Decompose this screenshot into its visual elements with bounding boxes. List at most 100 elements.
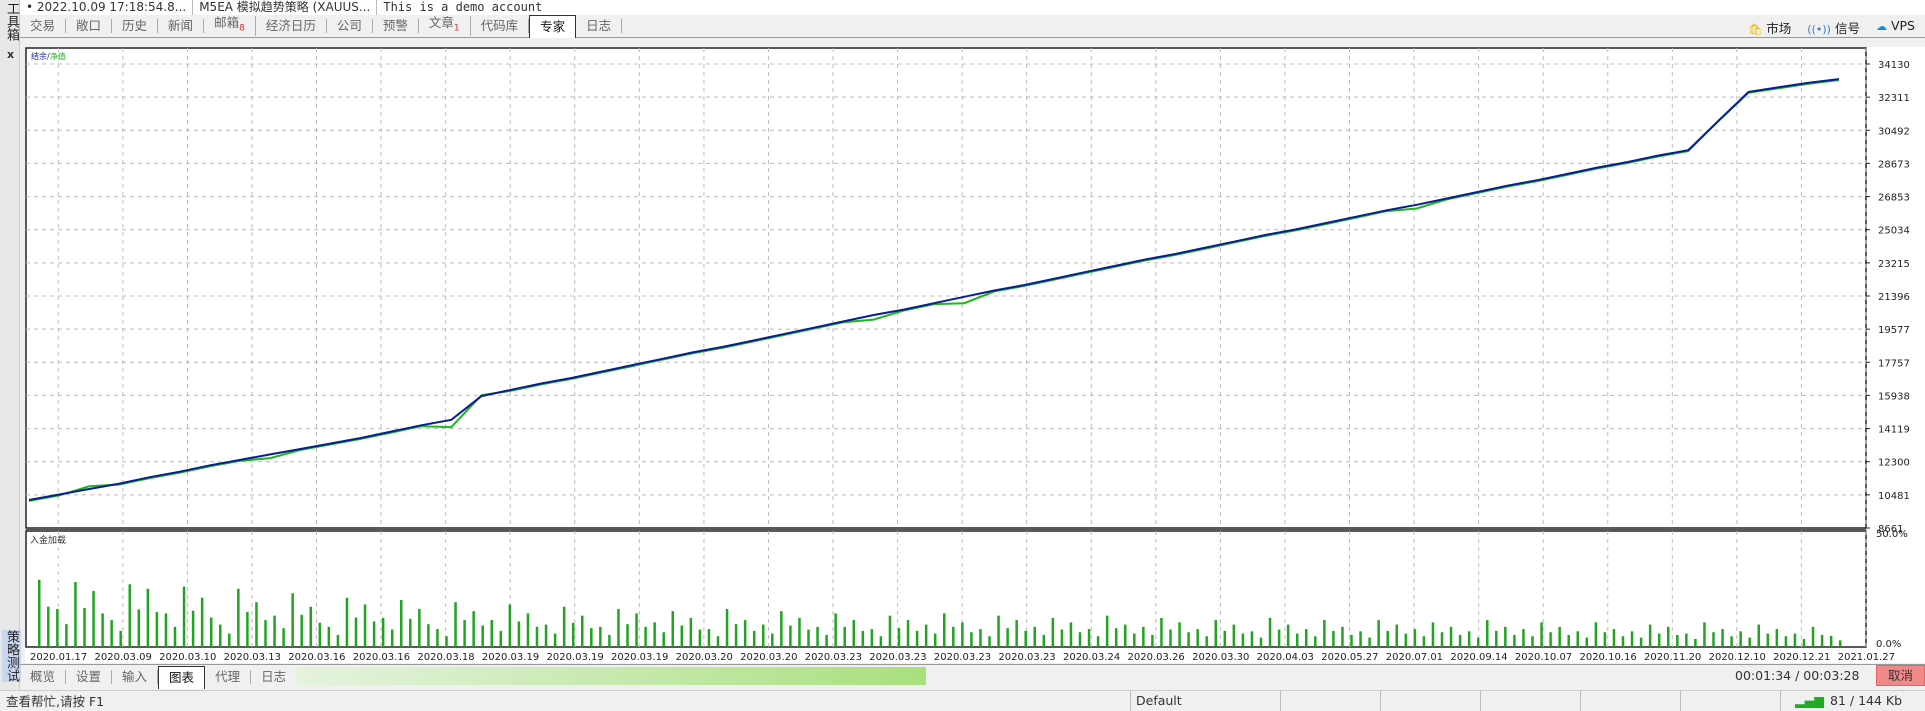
tab-3[interactable]: 新闻 bbox=[158, 19, 205, 33]
tab-0[interactable]: 交易 bbox=[20, 19, 67, 33]
x-tick-label: 2020.07.01 bbox=[1386, 652, 1443, 663]
load-bar bbox=[1793, 633, 1797, 647]
tab-10[interactable]: 专家 bbox=[529, 15, 577, 38]
load-bar bbox=[644, 626, 647, 647]
x-tick-label: 2020.12.21 bbox=[1773, 652, 1830, 663]
cloud-icon: ☁ bbox=[1875, 20, 1887, 33]
load-bar bbox=[897, 628, 901, 647]
load-bar bbox=[1576, 631, 1579, 647]
tab-label: 公司 bbox=[336, 18, 362, 33]
load-bar bbox=[255, 602, 258, 647]
toolbox-label[interactable]: 工具箱 bbox=[2, 2, 21, 41]
link-2[interactable]: ☁ VPS bbox=[1876, 18, 1915, 37]
tab-11[interactable]: 日志 bbox=[576, 18, 623, 33]
tab-label: 日志 bbox=[586, 18, 612, 33]
load-bar bbox=[581, 615, 584, 647]
load-bar bbox=[1286, 624, 1290, 647]
x-tick-label: 2020.10.07 bbox=[1515, 652, 1572, 663]
y-tick-label: 21396 bbox=[1878, 292, 1910, 303]
load-bar bbox=[1775, 629, 1779, 647]
load-bar bbox=[789, 625, 792, 647]
load-bar bbox=[553, 633, 557, 647]
load-bar bbox=[400, 599, 403, 647]
load-bar bbox=[1829, 635, 1833, 647]
legend-equity: 净值 bbox=[50, 51, 66, 61]
load-bar bbox=[1757, 624, 1760, 647]
load-bar bbox=[1060, 629, 1064, 647]
load-bar bbox=[1748, 637, 1751, 647]
main-chart-frame bbox=[25, 47, 1867, 529]
tester-tab-0[interactable]: 概览 bbox=[20, 669, 67, 684]
load-bar bbox=[1531, 636, 1534, 647]
tester-tab-5[interactable]: 日志 bbox=[251, 669, 298, 684]
tester-label[interactable]: 策略测试 bbox=[2, 630, 21, 682]
load-bar bbox=[47, 606, 50, 647]
link-label: VPS bbox=[1890, 18, 1915, 33]
load-bar bbox=[662, 632, 665, 647]
tab-label: 专家 bbox=[540, 19, 566, 34]
tab-7[interactable]: 预警 bbox=[373, 19, 419, 33]
load-bar bbox=[1087, 629, 1091, 647]
load-bar bbox=[191, 610, 195, 647]
load-bar bbox=[237, 588, 240, 647]
tab-8[interactable]: 文章1 bbox=[419, 16, 471, 36]
load-bar bbox=[273, 615, 276, 647]
load-bar bbox=[101, 613, 104, 647]
load-bar bbox=[282, 628, 285, 647]
tester-tab-2[interactable]: 输入 bbox=[112, 669, 159, 684]
y-tick-label: 25034 bbox=[1878, 226, 1910, 237]
load-bar bbox=[481, 625, 484, 647]
x-tick-label: 2020.01.17 bbox=[30, 652, 87, 663]
load-bar bbox=[56, 608, 59, 647]
y-tick-label: 34130 bbox=[1878, 60, 1910, 71]
load-bar bbox=[1522, 629, 1525, 647]
load-bar bbox=[1178, 622, 1181, 647]
x-tick-label: 2020.03.09 bbox=[95, 652, 152, 663]
load-bar bbox=[164, 613, 168, 647]
load-bar bbox=[852, 620, 855, 647]
tester-tab-3[interactable]: 图表 bbox=[158, 665, 206, 689]
tab-4[interactable]: 邮箱8 bbox=[204, 16, 256, 36]
tab-9[interactable]: 代码库 bbox=[471, 19, 530, 33]
load-bar bbox=[418, 608, 421, 647]
sub-y-tick-label: 0.0% bbox=[1876, 639, 1901, 650]
load-bar bbox=[952, 626, 955, 647]
tab-1[interactable]: 敞口 bbox=[66, 19, 113, 33]
load-bar bbox=[1703, 622, 1706, 647]
tester-tab-4[interactable]: 代理 bbox=[205, 669, 252, 684]
load-bar bbox=[924, 624, 928, 647]
y-tick-label: 32311 bbox=[1878, 93, 1910, 104]
load-bar bbox=[780, 611, 783, 647]
link-1[interactable]: ((•)) 信号 bbox=[1807, 18, 1860, 37]
load-bar bbox=[1567, 634, 1570, 647]
tab-6[interactable]: 公司 bbox=[327, 19, 373, 33]
load-bar bbox=[1685, 633, 1688, 647]
load-bar bbox=[1811, 626, 1815, 647]
tester-tab-1[interactable]: 设置 bbox=[66, 669, 113, 684]
load-bar bbox=[1712, 632, 1715, 647]
load-bar bbox=[137, 609, 141, 647]
close-icon[interactable]: x bbox=[7, 48, 14, 61]
x-tick-label: 2020.03.10 bbox=[159, 652, 216, 663]
x-tick-label: 2020.03.23 bbox=[934, 652, 991, 663]
x-tick-label: 2020.03.19 bbox=[546, 652, 603, 663]
load-bar bbox=[1169, 629, 1172, 647]
toolbox-tabs: 交易 敞口 历史 新闻 邮箱8 经济日历 公司 预警 文章1 代码库 专家 日志 bbox=[20, 15, 1925, 38]
load-bar bbox=[1214, 620, 1217, 647]
load-bar bbox=[689, 617, 693, 647]
shopping-bag-icon: 🛍 bbox=[1748, 23, 1763, 36]
load-bar bbox=[544, 624, 548, 647]
load-bar bbox=[1739, 631, 1742, 647]
link-0[interactable]: 🛍 市场 bbox=[1748, 18, 1791, 37]
tab-2[interactable]: 历史 bbox=[112, 19, 159, 33]
load-bar bbox=[1585, 637, 1589, 647]
load-bar bbox=[381, 617, 385, 647]
cancel-button[interactable]: 取消 bbox=[1876, 665, 1925, 686]
load-bar bbox=[1540, 622, 1543, 647]
load-bar bbox=[816, 626, 819, 647]
load-bar bbox=[1368, 637, 1371, 647]
tab-5[interactable]: 经济日历 bbox=[256, 19, 327, 33]
x-tick-label: 2020.03.23 bbox=[998, 652, 1055, 663]
load-bar bbox=[716, 636, 720, 647]
load-bar bbox=[65, 624, 68, 647]
